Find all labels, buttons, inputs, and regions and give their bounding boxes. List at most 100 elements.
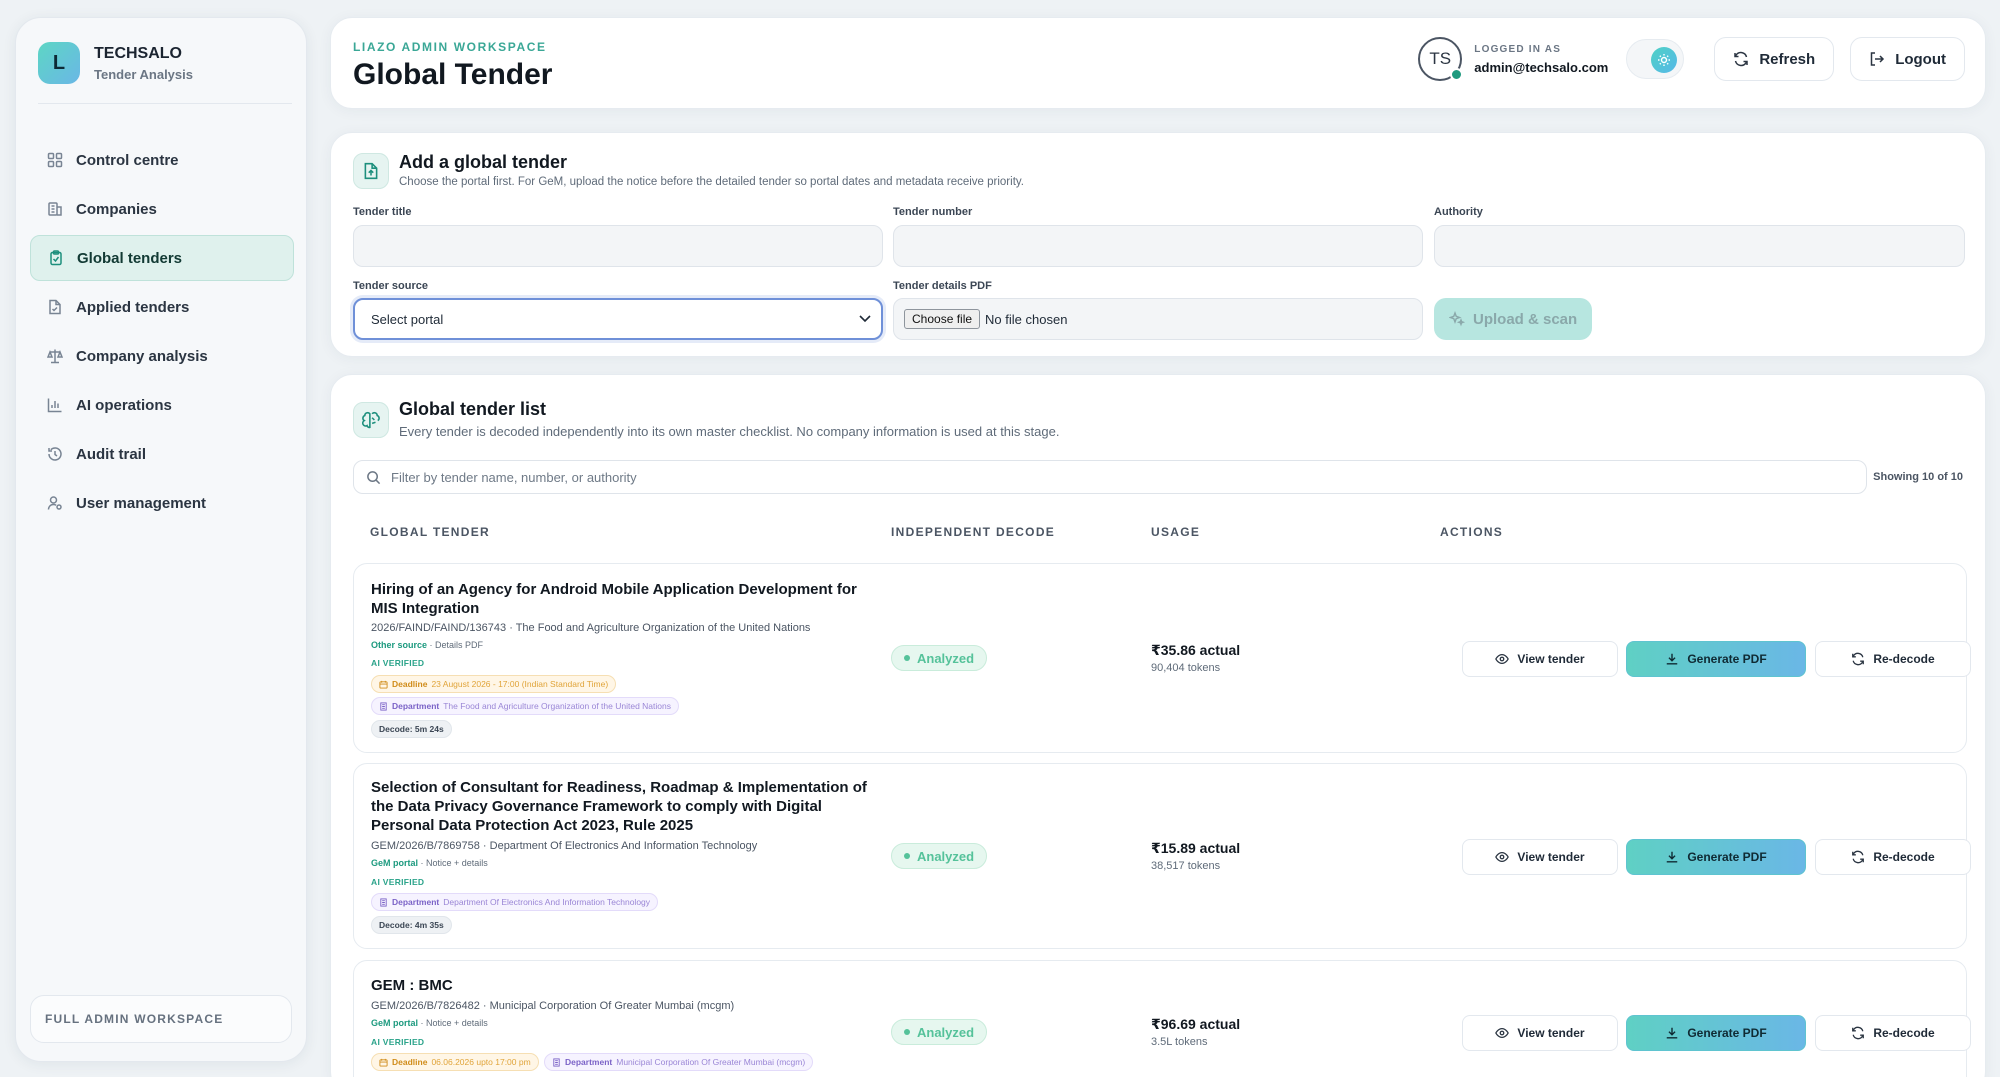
building-icon	[379, 897, 388, 907]
deadline-label: Deadline	[392, 1057, 428, 1067]
sidebar-item-companies[interactable]: Companies	[30, 186, 294, 232]
sidebar-item-label: Company analysis	[76, 347, 208, 365]
sidebar-item-label: Global tenders	[77, 249, 183, 267]
deadline-value: 06.06.2026 upto 17:00 pm	[431, 1057, 531, 1067]
department-chip: Department Department Of Electronics And …	[371, 893, 659, 911]
choose-file-button[interactable]: Choose file	[904, 309, 981, 329]
logged-in-info: LOGGED IN AS admin@techsalo.com	[1474, 44, 1608, 75]
sun-icon	[1651, 47, 1678, 73]
department-value: Municipal Corporation Of Greater Mumbai …	[616, 1057, 806, 1067]
refresh-icon	[1851, 850, 1865, 864]
brand[interactable]: L TECHSALO Tender Analysis	[38, 42, 193, 84]
sidebar-item-label: AI operations	[76, 396, 172, 414]
sidebar-item-label: Applied tenders	[76, 298, 190, 316]
ai-verified-badge: AI VERIFIED	[371, 877, 425, 887]
sidebar-item-label: Audit trail	[76, 445, 146, 463]
source-detail: · Notice + details	[418, 1018, 488, 1028]
tender-list-title: Global tender list	[399, 399, 547, 419]
department-value: The Food and Agriculture Organization of…	[443, 701, 671, 711]
file-status: No file chosen	[985, 311, 1068, 327]
history-icon	[46, 445, 64, 463]
sidebar-item-ai-operations[interactable]: AI operations	[30, 382, 294, 428]
status-badge: Analyzed	[891, 645, 988, 671]
refresh-button[interactable]: Refresh	[1714, 37, 1835, 81]
building-icon	[46, 200, 64, 218]
status-badge: Analyzed	[891, 1019, 988, 1045]
download-icon	[1665, 1026, 1679, 1040]
building-icon	[379, 701, 388, 711]
sparkle-icon	[1449, 311, 1465, 327]
tender-pdf-file-input[interactable]: Choose file No file chosen	[893, 298, 1423, 340]
generate-pdf-button[interactable]: Generate PDF	[1626, 839, 1806, 875]
status-label: Analyzed	[917, 848, 975, 864]
department-chip: Department The Food and Agriculture Organ…	[371, 697, 679, 715]
re-decode-button[interactable]: Re-decode	[1815, 839, 1971, 875]
tender-search[interactable]	[353, 460, 1867, 494]
source-detail: · Details PDF	[427, 640, 484, 650]
view-tender-label: View tender	[1517, 652, 1585, 666]
search-input[interactable]	[391, 469, 1791, 485]
generate-pdf-button[interactable]: Generate PDF	[1626, 1015, 1806, 1051]
file-icon	[46, 298, 64, 316]
re-decode-label: Re-decode	[1873, 850, 1935, 864]
workspace-badge[interactable]: FULL ADMIN WORKSPACE	[30, 995, 292, 1043]
tender-number-input[interactable]	[893, 225, 1423, 267]
tender-source-label: Tender source	[353, 280, 428, 292]
showing-count: Showing 10 of 10	[1873, 471, 1963, 483]
theme-toggle[interactable]	[1626, 39, 1685, 79]
download-icon	[1665, 652, 1679, 666]
sidebar-item-audit-trail[interactable]: Audit trail	[30, 431, 294, 477]
usage-tokens: 90,404 tokens	[1151, 662, 1221, 674]
sidebar-item-global-tenders[interactable]: Global tenders	[30, 235, 294, 281]
sidebar-item-company-analysis[interactable]: Company analysis	[30, 333, 294, 379]
usage-amount: ₹35.86 actual	[1151, 642, 1241, 658]
re-decode-button[interactable]: Re-decode	[1815, 1015, 1971, 1051]
sidebar-item-user-management[interactable]: User management	[30, 480, 294, 526]
sidebar-nav: Control centre Companies Global tenders …	[30, 137, 294, 529]
tender-title-input[interactable]	[353, 225, 883, 267]
tender-title: Hiring of an Agency for Android Mobile A…	[371, 581, 857, 617]
workspace-eyebrow: LIAZO ADMIN WORKSPACE	[353, 40, 547, 54]
re-decode-button[interactable]: Re-decode	[1815, 641, 1971, 677]
view-tender-button[interactable]: View tender	[1462, 1015, 1618, 1051]
eye-icon	[1495, 1026, 1510, 1040]
deadline-label: Deadline	[392, 679, 428, 689]
tender-source: GeM portal · Notice + details	[371, 858, 488, 868]
tender-pdf-label: Tender details PDF	[893, 280, 992, 292]
logout-button[interactable]: Logout	[1850, 37, 1965, 81]
tender-title: GEM : BMC	[371, 977, 453, 994]
authority-input[interactable]	[1434, 225, 1965, 267]
avatar[interactable]: TS	[1418, 37, 1464, 81]
bar-chart-icon	[46, 396, 64, 414]
generate-pdf-label: Generate PDF	[1687, 1026, 1767, 1040]
sidebar-item-label: Control centre	[76, 151, 179, 169]
sidebar-item-applied-tenders[interactable]: Applied tenders	[30, 284, 294, 330]
table-row: GEM : BMC GEM/2026/B/7826482 · Municipal…	[353, 960, 1971, 1077]
ai-verified-badge: AI VERIFIED	[371, 658, 425, 668]
deadline-chip: Deadline 23 August 2026 - 17:00 (Indian S…	[371, 675, 617, 693]
building-icon	[552, 1057, 561, 1067]
sidebar-item-control-centre[interactable]: Control centre	[30, 137, 294, 183]
table-row: Selection of Consultant for Readiness, R…	[353, 763, 1971, 949]
generate-pdf-label: Generate PDF	[1687, 652, 1767, 666]
logout-icon	[1869, 51, 1885, 67]
upload-scan-button[interactable]: Upload & scan	[1434, 298, 1593, 340]
generate-pdf-button[interactable]: Generate PDF	[1626, 641, 1806, 677]
tender-number-label: Tender number	[893, 206, 973, 218]
tender-meta: 2026/FAIND/FAIND/136743 · The Food and A…	[371, 622, 811, 634]
brand-subtitle: Tender Analysis	[94, 66, 193, 82]
tender-source-value: Select portal	[371, 311, 444, 327]
usage-amount: ₹96.69 actual	[1151, 1016, 1241, 1032]
view-tender-button[interactable]: View tender	[1462, 839, 1618, 875]
sidebar-item-label: User management	[76, 494, 207, 512]
logged-in-email: admin@techsalo.com	[1474, 59, 1609, 75]
avatar-initials: TS	[1429, 49, 1452, 68]
eye-icon	[1495, 652, 1510, 666]
view-tender-button[interactable]: View tender	[1462, 641, 1618, 677]
tender-source-select[interactable]: Select portal	[353, 298, 883, 340]
download-icon	[1665, 850, 1679, 864]
tender-meta: GEM/2026/B/7826482 · Municipal Corporati…	[371, 1000, 735, 1012]
source-name: GeM portal	[371, 1018, 419, 1028]
brand-name: TECHSALO	[94, 44, 182, 62]
clipboard-icon	[47, 249, 65, 267]
